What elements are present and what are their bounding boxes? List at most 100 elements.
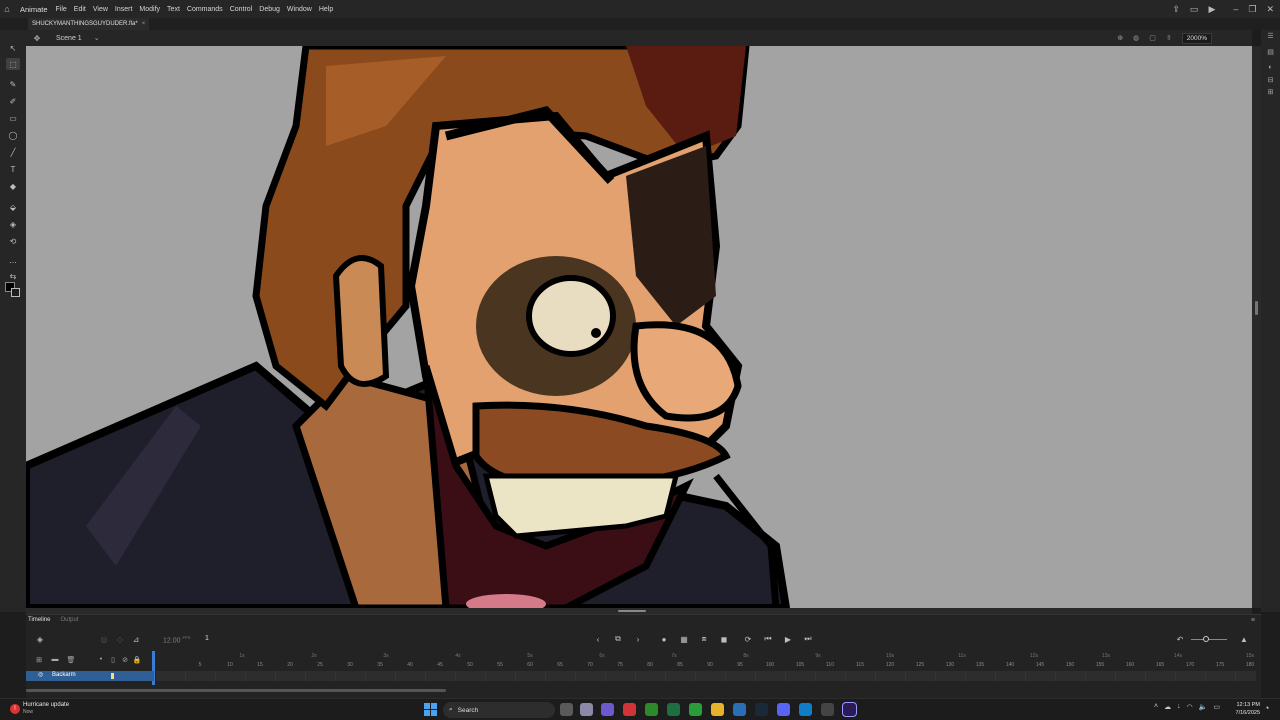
volume-icon[interactable]: 🔈 [1199,703,1208,711]
align-icon[interactable]: ⊟ [1265,76,1276,86]
edge-icon[interactable] [799,703,812,716]
share-icon[interactable]: ⇪ [1172,4,1180,15]
battery-icon[interactable]: ▭ [1213,703,1220,711]
loop-icon[interactable]: ⟳ [742,633,754,645]
frame-ruler[interactable]: 5 10 15 20 25 30 35 40 45 50 55 60 65 70 75 80 85 90 95 100… [156,651,1256,671]
panel-icon[interactable]: ▭ [1190,4,1199,15]
rectangle-tool-icon[interactable]: ▭ [6,112,20,124]
step-back-icon[interactable]: ⏮ [762,633,774,645]
edit-multiple-icon[interactable]: ◇ [114,633,126,645]
fit-icon[interactable]: ⇳ [1166,34,1172,42]
timeline-scrollbar[interactable] [26,689,446,692]
more-tools-icon[interactable]: ⋯ [6,256,20,268]
minimize-icon[interactable]: – [1233,4,1238,14]
fill-color-swatch[interactable] [11,288,20,297]
hide-icon[interactable]: ⊘ [120,656,130,664]
menu-help[interactable]: Help [319,6,333,13]
transform-icon[interactable]: ⊞ [1265,88,1276,98]
zoom-field[interactable]: 2000% [1181,32,1212,44]
menu-debug[interactable]: Debug [259,6,280,13]
weather-notification[interactable]: ! Hurricane update Now [10,702,69,716]
layer-row[interactable]: ◎ Backarm [26,671,154,681]
add-layer-icon[interactable]: ⊞ [34,656,44,664]
lock-icon[interactable]: 🔒 [132,656,142,664]
tab-output[interactable]: Output [60,617,78,627]
panel-menu-icon[interactable]: ≡ [1251,617,1255,624]
current-frame[interactable]: 1 [205,635,209,642]
test-movie-icon[interactable]: ▶ [1208,4,1215,15]
onion-skin-icon[interactable]: ◎ [98,633,110,645]
selection-tool-icon[interactable]: ↖ [6,42,20,54]
copilot-icon[interactable] [580,703,593,716]
tab-timeline[interactable]: Timeline [28,617,50,627]
settings-icon[interactable] [821,703,834,716]
file-explorer-icon[interactable] [711,703,724,716]
color-icon[interactable]: ◐ [1265,64,1276,74]
teams-icon[interactable] [601,703,614,716]
play-icon[interactable]: ▶ [782,633,794,645]
scroll-thumb[interactable] [618,610,646,612]
brush-tool-icon[interactable]: ✎ [6,78,20,90]
animate-app-icon[interactable] [842,702,857,717]
home-icon[interactable]: ⌂ [0,0,14,18]
browser-icon[interactable] [623,703,636,716]
outline-icon[interactable]: ▯ [108,656,118,664]
discord-icon[interactable] [777,703,790,716]
layer-frames[interactable] [156,671,1256,681]
timeline-zoom-slider[interactable] [1191,636,1227,642]
stage-canvas[interactable] [26,46,1252,608]
chevron-up-icon[interactable]: ˄ [1154,703,1158,711]
windows-start-icon[interactable] [424,703,437,716]
snap-icon[interactable]: ⊕ [1117,34,1123,42]
onion-skin-toggle-icon[interactable]: ● [658,633,670,645]
stage-vertical-scrollbar[interactable] [1252,46,1261,608]
eraser-tool-icon[interactable]: ◈ [6,218,20,230]
download-icon[interactable]: ↓ [1177,703,1181,711]
menu-view[interactable]: View [93,6,108,13]
text-tool-icon[interactable]: T [6,163,20,175]
clock[interactable]: 12:13 PM 7/16/2025 [1226,701,1260,717]
folder-icon[interactable]: ▬ [50,656,60,663]
scroll-thumb[interactable] [1255,301,1258,315]
paint-brush-tool-icon[interactable]: ✐ [6,95,20,107]
cloud-icon[interactable]: ☁ [1164,703,1171,711]
layers-icon[interactable]: ◈ [34,633,46,645]
oval-tool-icon[interactable]: ◯ [6,129,20,141]
menu-control[interactable]: Control [230,6,253,13]
trash-icon[interactable]: 🗑 [66,656,76,664]
menu-text[interactable]: Text [167,6,180,13]
menu-modify[interactable]: Modify [139,6,160,13]
xbox-icon[interactable] [689,703,702,716]
menu-window[interactable]: Window [287,6,312,13]
free-transform-tool-icon[interactable]: ⬚ [6,58,20,70]
properties-icon[interactable]: ☰ [1265,32,1276,42]
clip-icon[interactable]: ▢ [1149,34,1156,42]
lasso-tool-icon[interactable]: ⟲ [6,235,20,247]
restore-icon[interactable]: ❐ [1248,4,1256,15]
step-forward-icon[interactable]: ⏭ [802,633,814,645]
insert-keyframe-icon[interactable]: ⧉ [612,633,624,645]
menu-insert[interactable]: Insert [115,6,133,13]
notification-bell-icon[interactable]: ◔ [1264,703,1269,713]
undo-icon[interactable]: ↶ [1174,633,1186,645]
mail-icon[interactable] [733,703,746,716]
menu-file[interactable]: File [56,6,67,13]
edit-scene-icon[interactable]: ✥ [32,34,42,43]
pen-tool-icon[interactable]: ◆ [6,180,20,192]
fps-display[interactable]: 12.00 FPS [163,635,190,644]
wifi-icon[interactable]: ◠ [1187,703,1193,711]
library-icon[interactable]: ▤ [1265,48,1276,58]
paint-bucket-tool-icon[interactable]: ⬙ [6,201,20,213]
document-tab[interactable]: SHUCKYMANTHINGSGUYDUDER.fla* × [28,18,150,30]
line-tool-icon[interactable]: ╱ [6,146,20,158]
scene-label[interactable]: Scene 1 [56,35,82,42]
graph-icon[interactable]: ⊿ [130,633,142,645]
chevron-right-icon[interactable]: › [632,633,644,645]
spreadsheet-icon[interactable] [667,703,680,716]
steam-icon[interactable] [755,703,768,716]
chevron-down-icon[interactable]: ⌄ [94,34,100,42]
dot-icon[interactable]: • [96,656,106,663]
task-view-icon[interactable] [560,703,573,716]
layer-name[interactable]: Backarm [52,672,76,678]
close-icon[interactable]: ✕ [1266,4,1274,15]
